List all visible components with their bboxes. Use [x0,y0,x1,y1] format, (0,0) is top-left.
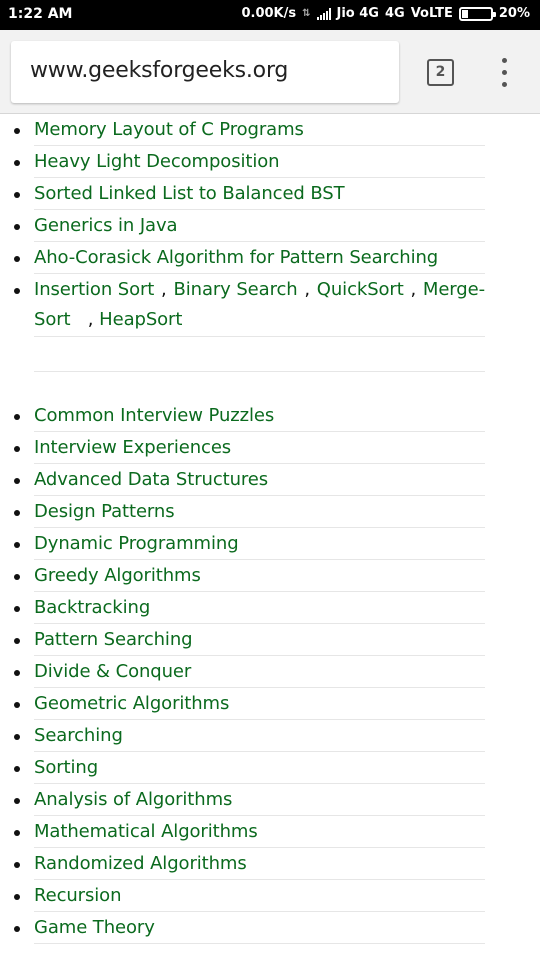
bullet [14,478,20,484]
link-searching[interactable]: Searching [34,725,123,746]
link-heapsort[interactable]: HeapSort [99,309,182,330]
article-list-top: Memory Layout of C Programs Heavy Light D… [0,114,540,274]
link-sorting[interactable]: Sorting [34,757,98,778]
volte-label: VoLTE [410,6,453,21]
link-binary-search[interactable]: Binary Search [173,279,297,300]
link-aho-corasick-algorithm-for-pattern-searching[interactable]: Aho-Corasick Algorithm for Pattern Searc… [34,247,438,268]
list-item: Aho-Corasick Algorithm for Pattern Searc… [14,242,485,274]
list-item-sorting-links: Insertion Sort , Binary Search , QuickSo… [14,274,485,337]
link-game-theory[interactable]: Game Theory [34,917,155,938]
status-time: 1:22 AM [8,6,73,22]
bullet [14,798,20,804]
list-item: Greedy Algorithms [14,560,485,592]
list-item: Dynamic Programming [14,528,485,560]
list-item: Game Theory [14,912,485,944]
list-item: Mathematical Algorithms [14,816,485,848]
link-interview-experiences[interactable]: Interview Experiences [34,437,231,458]
network-type: 4G [384,6,405,21]
list-item: Common Interview Puzzles [14,400,485,432]
bullet [14,606,20,612]
link-sorted-linked-list-to-balanced-bst[interactable]: Sorted Linked List to Balanced BST [34,183,345,204]
list-item: Sorted Linked List to Balanced BST [14,178,485,210]
list-item: Searching [14,720,485,752]
link-mathematical-algorithms[interactable]: Mathematical Algorithms [34,821,258,842]
link-analysis-of-algorithms[interactable]: Analysis of Algorithms [34,789,232,810]
bullet [14,414,20,420]
browser-toolbar: www.geeksforgeeks.org 2 [0,30,540,114]
list-item: Advanced Data Structures [14,464,485,496]
list-item: Geometric Algorithms [14,688,485,720]
link-dynamic-programming[interactable]: Dynamic Programming [34,533,239,554]
overflow-menu-icon[interactable] [494,58,514,88]
topic-list: Common Interview Puzzles Interview Experi… [0,400,540,944]
bullet [14,574,20,580]
link-generics-in-java[interactable]: Generics in Java [34,215,178,236]
list-item: Randomized Algorithms [14,848,485,880]
separator: , [410,279,417,300]
separator: , [87,309,94,330]
bullet [14,926,20,932]
bullet [14,160,20,166]
status-indicators: 0.00K/s ⇅ Jio 4G 4G VoLTE 20% [241,6,530,21]
bullet [14,256,20,262]
bullet [14,638,20,644]
battery-percent: 20% [498,6,530,21]
link-recursion[interactable]: Recursion [34,885,121,906]
link-merge-sort-part1[interactable]: Merge- [423,279,485,300]
bullet [14,224,20,230]
bullet [14,542,20,548]
link-common-interview-puzzles[interactable]: Common Interview Puzzles [34,405,274,426]
separator: , [304,279,311,300]
link-merge-sort-part2[interactable]: Sort [34,309,71,330]
link-advanced-data-structures[interactable]: Advanced Data Structures [34,469,268,490]
link-geometric-algorithms[interactable]: Geometric Algorithms [34,693,229,714]
bullet [14,702,20,708]
bullet [14,510,20,516]
bullet [14,734,20,740]
link-divide-conquer[interactable]: Divide & Conquer [34,661,191,682]
page-content: Memory Layout of C Programs Heavy Light D… [0,114,540,960]
signal-icon [316,7,331,20]
list-item: Design Patterns [14,496,485,528]
bullet [14,894,20,900]
battery-icon [458,6,496,21]
bullet [14,446,20,452]
carrier-name: Jio 4G [336,6,379,21]
list-item: Analysis of Algorithms [14,784,485,816]
url-text[interactable]: www.geeksforgeeks.org [30,58,288,83]
list-item: Backtracking [14,592,485,624]
list-item: Interview Experiences [14,432,485,464]
bullet [14,670,20,676]
link-insertion-sort[interactable]: Insertion Sort [34,279,154,300]
bullet [14,288,20,294]
address-bar[interactable]: www.geeksforgeeks.org [11,41,399,103]
link-greedy-algorithms[interactable]: Greedy Algorithms [34,565,201,586]
link-backtracking[interactable]: Backtracking [34,597,150,618]
list-item: Generics in Java [14,210,485,242]
link-randomized-algorithms[interactable]: Randomized Algorithms [34,853,247,874]
bullet [14,766,20,772]
bullet [14,830,20,836]
list-item: Sorting [14,752,485,784]
link-memory-layout-of-c-programs[interactable]: Memory Layout of C Programs [34,119,304,140]
link-design-patterns[interactable]: Design Patterns [34,501,175,522]
list-item: Pattern Searching [14,624,485,656]
link-quicksort[interactable]: QuickSort [317,279,404,300]
list-item: Memory Layout of C Programs [14,114,485,146]
list-item: Recursion [14,880,485,912]
data-activity-icon: ⇅ [302,8,311,19]
net-speed: 0.00K/s [241,6,297,21]
list-item: Divide & Conquer [14,656,485,688]
tab-switcher-button[interactable]: 2 [427,59,454,86]
section-divider [34,371,485,372]
bullet [14,192,20,198]
link-heavy-light-decomposition[interactable]: Heavy Light Decomposition [34,151,280,172]
bullet [14,862,20,868]
bullet [14,128,20,134]
status-bar: 1:22 AM 0.00K/s ⇅ Jio 4G 4G VoLTE 20% [0,0,540,30]
list-item: Heavy Light Decomposition [14,146,485,178]
link-pattern-searching[interactable]: Pattern Searching [34,629,193,650]
separator: , [161,279,167,300]
